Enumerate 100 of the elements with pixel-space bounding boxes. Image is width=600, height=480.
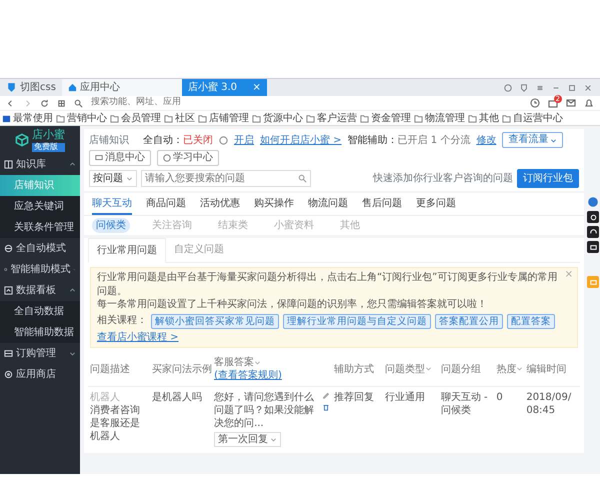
bookmark-item[interactable]: 最常使用 xyxy=(2,110,53,126)
folder-icon xyxy=(252,114,261,122)
column-header[interactable]: 客服答案 xyxy=(214,357,262,368)
sidebar-item[interactable]: 应用商店 xyxy=(0,364,80,385)
bookmark-item[interactable]: 营销中心 xyxy=(56,110,107,126)
sidebar-item[interactable]: 智能辅助模式 xyxy=(0,259,80,280)
question-tag: 机器人 xyxy=(90,391,148,404)
learning-center-button[interactable]: 学习中心 xyxy=(157,150,219,166)
sidebar-subitem[interactable]: 智能辅助数据 xyxy=(0,322,80,343)
menu-icon[interactable] xyxy=(536,84,544,92)
trash-icon[interactable] xyxy=(322,403,330,411)
folder-icon xyxy=(360,114,369,122)
browser-tab[interactable]: 应用中心 xyxy=(62,79,182,96)
column-header: 编辑时间 xyxy=(526,364,566,374)
more-courses-link[interactable]: 查看店小蜜课程 > xyxy=(97,330,179,344)
folder-icon xyxy=(56,114,65,122)
hint-text: 快速添加你行业客户咨询的问题 xyxy=(373,172,513,186)
courses-label: 相关课程： xyxy=(97,314,147,328)
category-tab[interactable]: 活动优惠 xyxy=(200,196,240,215)
edit-link[interactable]: 修改 xyxy=(476,132,496,148)
subscribe-button[interactable]: 订阅行业包 xyxy=(517,169,579,188)
bookmark-item[interactable]: 物流管理 xyxy=(414,110,465,126)
status-text: 全自动：已关闭 xyxy=(143,134,213,148)
column-header[interactable]: 热度 xyxy=(496,364,524,374)
sidebar-subitem[interactable]: 全自动数据 xyxy=(0,301,80,322)
browser-tab[interactable]: 店小蜜 3.0 × xyxy=(182,79,267,96)
caret-icon[interactable] xyxy=(516,365,524,372)
column-header: 问题描述 xyxy=(90,364,130,374)
answer-rules-link[interactable]: (查看答案规则) xyxy=(214,369,282,382)
bell-icon[interactable] xyxy=(584,98,594,108)
caret-icon xyxy=(550,136,558,144)
bookmark-item[interactable]: 其他 xyxy=(468,110,499,126)
example-text: 是机器人吗 xyxy=(152,392,202,403)
edit-icon[interactable] xyxy=(322,391,330,399)
close-tab-button[interactable]: × xyxy=(252,82,261,92)
tab-label: 应用中心 xyxy=(80,80,120,95)
maximize-icon[interactable] xyxy=(568,84,576,92)
sidebar-item[interactable]: 订购管理 xyxy=(0,343,80,364)
category-tab[interactable]: 售后问题 xyxy=(362,196,402,215)
sidebar-item[interactable]: 全自动模式 xyxy=(0,238,80,259)
caret-icon[interactable] xyxy=(254,358,262,366)
grid-icon[interactable] xyxy=(57,98,66,108)
refresh-icon[interactable] xyxy=(40,98,49,108)
course-button[interactable]: 答案配置公用 xyxy=(435,314,503,328)
column-header[interactable]: 问题类型 xyxy=(385,364,432,374)
column-header: 辅助方式 xyxy=(334,364,374,374)
store-icon xyxy=(4,370,13,379)
table-cell-text: 聊天互动 - 问候类 xyxy=(440,392,488,416)
bookmark-label: 物流管理 xyxy=(425,112,465,126)
search-icon xyxy=(298,174,307,183)
folder-icon xyxy=(164,114,173,122)
bookmark-label: 社区 xyxy=(175,112,195,126)
reply-select[interactable]: 第一次回复 xyxy=(214,432,282,447)
logo-text: 店小蜜 xyxy=(32,128,65,142)
sidebar-item[interactable]: 数据看板 xyxy=(0,280,80,301)
question-tab[interactable]: 行业常用问题 xyxy=(88,238,166,263)
notice-text: 每一条常用问题设置了上千种买家问法，保障问题的识别率，您只需编辑答案就可以啦！ xyxy=(97,298,488,312)
book-icon xyxy=(4,160,13,169)
bookmark-item[interactable]: 自运营中心 xyxy=(502,110,563,126)
category-tab[interactable]: 物流问题 xyxy=(308,196,348,215)
bookmark-item[interactable]: 客户运营 xyxy=(306,110,357,126)
traffic-button[interactable]: 查看流量 xyxy=(502,132,564,148)
category-tab[interactable]: 更多问题 xyxy=(416,196,456,215)
browser-tab[interactable]: 切图css xyxy=(0,79,62,96)
course-button[interactable]: 理解行业常用问题与自定义问题 xyxy=(283,314,431,328)
home-icon xyxy=(68,83,77,92)
sidebar-subitem[interactable]: 关联条件管理 xyxy=(0,217,80,238)
caret-icon xyxy=(270,436,278,443)
close-icon[interactable] xyxy=(584,84,592,92)
bookmark-item[interactable]: 货源中心 xyxy=(252,110,303,126)
search-field[interactable]: 请输入您要搜索的问题 xyxy=(141,170,311,187)
column-header: 买家问法示例 xyxy=(152,364,212,374)
clock-icon[interactable] xyxy=(530,98,540,108)
bookmark-item[interactable]: 资金管理 xyxy=(360,110,411,126)
message-center-button[interactable]: 消息中心 xyxy=(89,150,151,166)
search-icon xyxy=(74,98,83,108)
course-button[interactable]: 解锁小蜜回答买家常见问题 xyxy=(151,314,279,328)
sub-tab[interactable]: 问候类 xyxy=(92,218,130,233)
sidebar-item[interactable]: 知识库 xyxy=(0,154,80,175)
edition-badge: 免费版 xyxy=(32,143,65,152)
breadcrumb-text: 店铺知识 xyxy=(89,134,129,148)
bookmark-label: 会员管理 xyxy=(121,112,161,126)
category-tab[interactable]: 购买操作 xyxy=(254,196,294,215)
table-cell-text: 0 xyxy=(496,392,503,403)
table-cell-text: 2018/09/ 08:45 xyxy=(526,392,572,416)
help-link[interactable]: 如何开启店小蜜 > xyxy=(260,132,342,148)
bookmark-label: 其他 xyxy=(479,112,499,126)
bookmark-label: 资金管理 xyxy=(371,112,411,126)
box-icon[interactable] xyxy=(548,98,558,108)
bookmark-item[interactable]: 店铺管理 xyxy=(198,110,249,126)
filter-select[interactable]: 按问题 xyxy=(89,170,137,187)
sidebar-subitem[interactable]: 应急关键词 xyxy=(0,196,80,217)
shield-icon[interactable] xyxy=(520,84,528,92)
column-header: 问题分组 xyxy=(440,364,481,374)
category-tab[interactable]: 商品问题 xyxy=(146,196,186,215)
course-button[interactable]: 配置答案 xyxy=(507,314,555,328)
bookmark-item[interactable]: 会员管理 xyxy=(110,110,161,126)
enable-link[interactable]: 开启 xyxy=(234,132,254,148)
bookmark-item[interactable]: 社区 xyxy=(164,110,195,126)
caret-icon[interactable] xyxy=(425,365,432,372)
